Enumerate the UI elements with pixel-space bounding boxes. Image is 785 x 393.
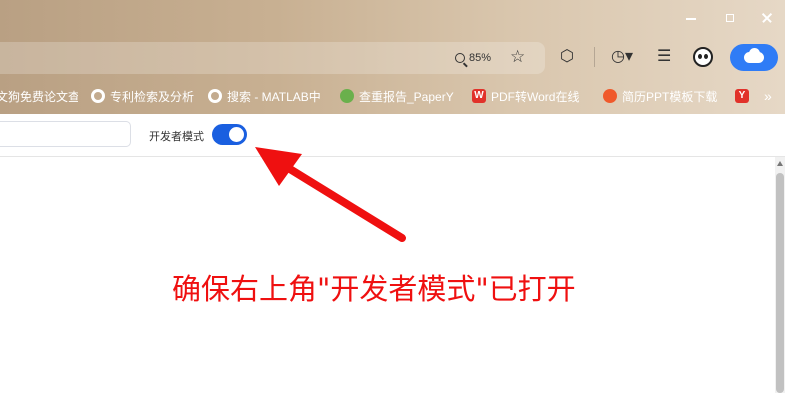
bookmark-item[interactable]: 文狗免费论文查 (0, 84, 78, 108)
zoom-level: 85% (469, 52, 492, 64)
close-icon[interactable] (752, 8, 782, 28)
bookmark-item[interactable]: Y (735, 84, 751, 108)
bookmark-label: 专利检索及分析 (110, 89, 195, 104)
scrollbar[interactable] (775, 157, 785, 393)
annotation-text: 确保右上角"开发者模式"已打开 (172, 272, 576, 306)
w-logo-icon: W (472, 89, 486, 103)
browser-chrome: 85% ☆ ⬡ ◷▾ ☰ 文狗免费论文查 专利检索及分析 搜索 - MATLAB… (0, 0, 785, 114)
scroll-up-icon[interactable] (777, 161, 783, 166)
cloud-sync-button[interactable] (730, 44, 778, 71)
developer-mode-toggle[interactable] (212, 124, 247, 145)
bookmark-item[interactable]: 专利检索及分析 (91, 84, 203, 108)
bookmark-label: 简历PPT模板下载 (622, 89, 718, 104)
zoom-icon (455, 53, 465, 63)
green-logo-icon (340, 89, 354, 103)
history-icon[interactable]: ◷▾ (611, 47, 633, 67)
more-bookmarks-icon[interactable]: » (764, 84, 772, 108)
maximize-icon[interactable] (715, 8, 745, 28)
minimize-icon[interactable] (676, 8, 706, 28)
y-logo-icon: Y (735, 89, 749, 103)
menu-icon[interactable]: ☰ (657, 47, 671, 67)
toolbar-divider (594, 47, 595, 67)
bookmark-item[interactable]: 查重报告_PaperY (340, 84, 458, 108)
scroll-thumb[interactable] (776, 173, 784, 393)
fox-logo-icon (603, 89, 617, 103)
bookmarks-bar: 文狗免费论文查 专利检索及分析 搜索 - MATLAB中 查重报告_PaperY… (0, 84, 785, 108)
avatar[interactable] (693, 47, 713, 67)
bookmark-label: PDF转Word在线 (491, 89, 580, 104)
bookmark-item[interactable]: 简历PPT模板下载 (603, 84, 719, 108)
developer-mode-label: 开发者模式 (149, 131, 204, 143)
bookmark-star-icon[interactable]: ☆ (510, 47, 525, 67)
page-toolbar: 开发者模式 (0, 114, 785, 157)
globe-icon (208, 89, 222, 103)
zoom-indicator[interactable]: 85% (455, 49, 491, 67)
search-input[interactable] (0, 121, 131, 147)
bookmark-label: 搜索 - MATLAB中 (227, 89, 321, 104)
toggle-knob (229, 127, 244, 142)
bookmark-item[interactable]: W PDF转Word在线 (472, 84, 587, 108)
bookmark-item[interactable]: 搜索 - MATLAB中 (208, 84, 326, 108)
globe-icon (91, 89, 105, 103)
bookmark-label: 查重报告_PaperY (359, 89, 454, 104)
bookmark-label: 文狗免费论文查 (0, 89, 78, 104)
extensions-icon[interactable]: ⬡ (560, 47, 574, 67)
